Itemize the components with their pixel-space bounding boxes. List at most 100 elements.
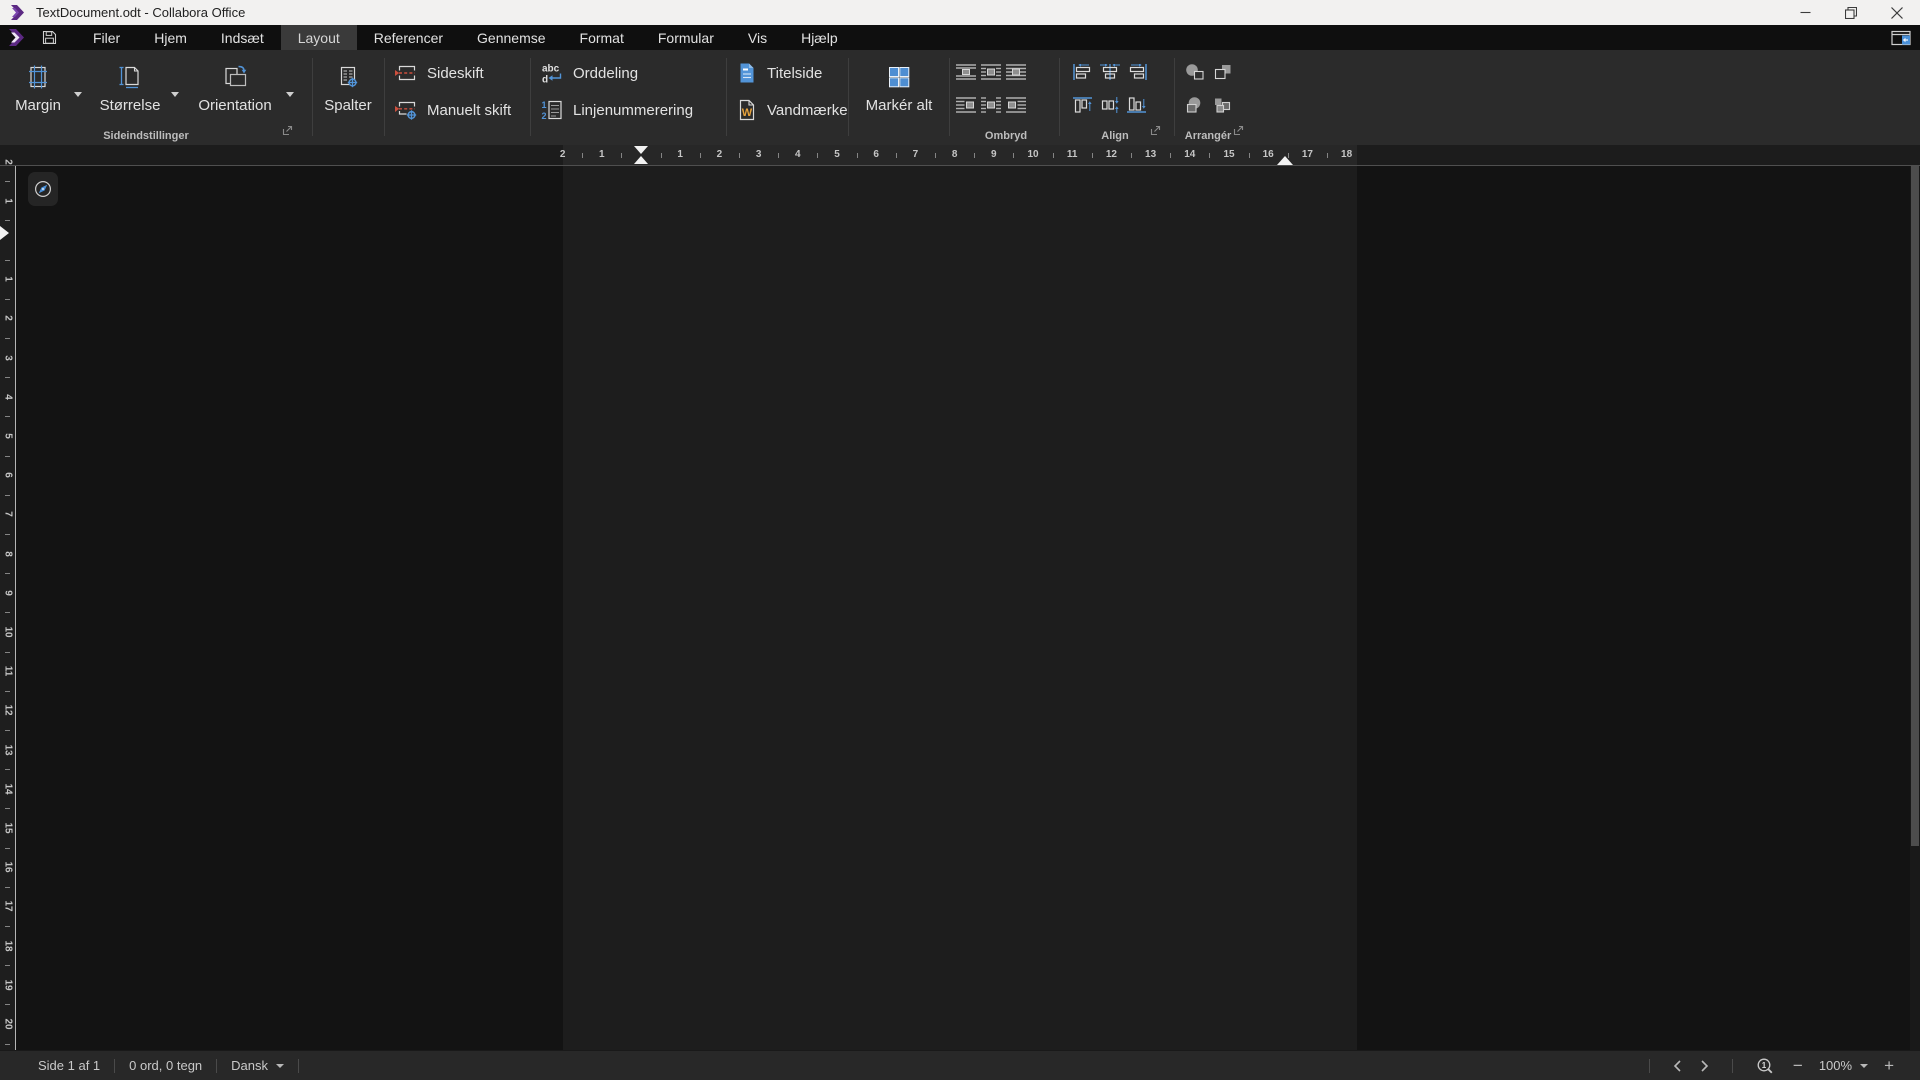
ruler-tick	[582, 153, 583, 158]
ruler-tick	[5, 769, 10, 770]
page-count[interactable]: Side 1 af 1	[38, 1058, 100, 1073]
zoom-in-button[interactable]: +	[1874, 1056, 1904, 1076]
ruler-tick	[1327, 153, 1328, 158]
zoom-out-button[interactable]: −	[1783, 1056, 1813, 1076]
tab-hjem[interactable]: Hjem	[137, 25, 204, 50]
tab-referencer[interactable]: Referencer	[357, 25, 460, 50]
tab-filer[interactable]: Filer	[76, 25, 137, 50]
ruler-number: 13	[1, 742, 15, 757]
ruler-number: 14	[1, 781, 15, 796]
stoerrelse-dropdown-arrow[interactable]	[171, 92, 179, 97]
left-indent-marker[interactable]	[634, 146, 648, 154]
ruler-number: 15	[1223, 145, 1234, 165]
marker-alt-button[interactable]: Markér alt	[856, 64, 942, 114]
notebookbar-toggle-icon[interactable]	[1882, 25, 1920, 50]
align-left-button[interactable]	[1072, 63, 1094, 81]
wrap-left-button[interactable]	[955, 96, 977, 114]
previous-page-button[interactable]	[1664, 1059, 1691, 1073]
tab-format[interactable]: Format	[563, 25, 641, 50]
tab-indsaet[interactable]: Indsæt	[204, 25, 281, 50]
restore-button[interactable]	[1828, 0, 1874, 25]
spalter-button[interactable]: Spalter	[318, 64, 378, 114]
send-to-back-button[interactable]	[1184, 96, 1206, 114]
spalter-label: Spalter	[324, 97, 372, 114]
next-page-button[interactable]	[1691, 1059, 1718, 1073]
navigation-compass-button[interactable]	[28, 172, 58, 206]
wrap-none-button[interactable]	[955, 63, 977, 81]
orddeling-button[interactable]: abc d Orddeling	[540, 60, 638, 86]
tab-hjaelp[interactable]: Hjælp	[784, 25, 855, 50]
scrollbar-thumb[interactable]	[1911, 166, 1919, 846]
sideskift-label: Sideskift	[427, 65, 484, 82]
send-backward-button[interactable]	[1211, 96, 1233, 114]
ruler-number: 13	[1145, 145, 1156, 165]
zoom-level-label: 100%	[1819, 1058, 1852, 1073]
group-label-ombryd: Ombryd	[962, 130, 1050, 142]
tab-vis[interactable]: Vis	[731, 25, 784, 50]
linjenummerering-button[interactable]: 1 2 Linjenummerering	[540, 97, 693, 123]
stoerrelse-button[interactable]: Størrelse	[98, 64, 162, 114]
sideindstillinger-dialog-launcher-icon[interactable]	[282, 123, 293, 141]
tab-formular[interactable]: Formular	[641, 25, 731, 50]
arranger-dialog-launcher-icon[interactable]	[1233, 123, 1244, 141]
horizontal-ruler[interactable]: 21123456789101112131415161718	[0, 145, 1920, 166]
align-middle-icon	[1100, 97, 1120, 113]
ruler-tick	[1053, 153, 1054, 158]
bring-to-front-button[interactable]	[1184, 63, 1206, 81]
vandmaerke-button[interactable]: W Vandmærke	[734, 97, 848, 123]
sideskift-button[interactable]: Sideskift	[394, 60, 484, 86]
ruler-number: 2	[560, 145, 566, 165]
menu-tabs: FilerHjemIndsætLayoutReferencerGennemseF…	[76, 25, 855, 50]
ruler-number: 18	[1, 938, 15, 953]
ruler-tick	[5, 377, 10, 378]
margin-button[interactable]: Margin	[8, 64, 68, 114]
document-page[interactable]	[563, 166, 1357, 1050]
ruler-number: 16	[1263, 145, 1274, 165]
close-button[interactable]	[1874, 0, 1920, 25]
align-dialog-launcher-icon[interactable]	[1150, 123, 1161, 141]
wrap-optimal-button[interactable]	[980, 96, 1002, 114]
tab-layout[interactable]: Layout	[281, 25, 357, 50]
margin-icon	[25, 64, 51, 90]
window-title: TextDocument.odt - Collabora Office	[36, 5, 245, 20]
wrap-parallel-icon	[981, 64, 1001, 80]
language-selector[interactable]: Dansk	[231, 1058, 284, 1073]
wrap-right-button[interactable]	[1005, 96, 1027, 114]
ruler-number: 18	[1341, 145, 1352, 165]
ruler-tick	[974, 153, 975, 158]
orientation-dropdown-arrow[interactable]	[286, 92, 294, 97]
zoom-level-selector[interactable]: 100%	[1813, 1058, 1874, 1073]
align-middle-button[interactable]	[1099, 96, 1121, 114]
align-center-button[interactable]	[1099, 63, 1121, 81]
align-bottom-button[interactable]	[1126, 96, 1148, 114]
manuelt-skift-button[interactable]: Manuelt skift	[394, 97, 511, 123]
bring-forward-button[interactable]	[1211, 63, 1233, 81]
right-indent-marker[interactable]	[1277, 156, 1293, 165]
save-button[interactable]	[32, 25, 66, 50]
orientation-button[interactable]: Orientation	[196, 64, 274, 114]
align-top-button[interactable]	[1072, 96, 1094, 114]
ruler-number: 3	[1, 350, 15, 365]
ruler-tick	[935, 153, 936, 158]
titelside-button[interactable]: Titelside	[734, 60, 822, 86]
wrap-parallel-button[interactable]	[980, 63, 1002, 81]
zoom-factor-button[interactable]: 1	[1747, 1057, 1783, 1075]
tab-gennemse[interactable]: Gennemse	[460, 25, 562, 50]
ruler-tick	[1249, 153, 1250, 158]
first-line-indent-marker[interactable]	[634, 156, 648, 164]
ribbon-separator	[1059, 58, 1060, 136]
bring-forward-icon	[1211, 63, 1233, 81]
top-margin-marker[interactable]	[0, 226, 9, 240]
vertical-ruler[interactable]: 211234567891011121314151617181920	[0, 166, 16, 1050]
word-count[interactable]: 0 ord, 0 tegn	[129, 1058, 202, 1073]
vertical-scrollbar[interactable]	[1910, 166, 1920, 1050]
align-right-button[interactable]	[1126, 63, 1148, 81]
margin-dropdown-arrow[interactable]	[74, 92, 82, 97]
align-bottom-icon	[1127, 97, 1147, 113]
svg-text:1: 1	[542, 100, 547, 110]
collabora-menu-logo-icon[interactable]	[0, 25, 32, 50]
wrap-through-button[interactable]	[1005, 63, 1027, 81]
minimize-button[interactable]	[1782, 0, 1828, 25]
ruler-number: 16	[1, 860, 15, 875]
margin-label: Margin	[15, 97, 61, 114]
